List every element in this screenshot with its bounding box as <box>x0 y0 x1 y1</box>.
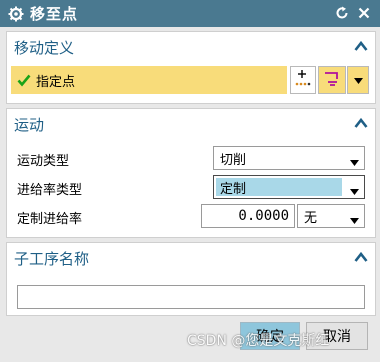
ok-button[interactable]: 确定 <box>240 322 300 350</box>
collapse-icon[interactable] <box>354 117 368 129</box>
feed-type-select[interactable]: 定制 <box>213 175 365 199</box>
point-type-icon <box>323 69 341 91</box>
chevron-down-icon <box>350 155 359 170</box>
motion-header[interactable]: 运动 <box>7 109 375 139</box>
feed-type-value: 定制 <box>216 178 342 197</box>
window-title: 移至点 <box>30 5 79 23</box>
motion-section: 运动 运动类型 切削 进给率类型 定制 定制进给率 0.0000 无 <box>6 108 376 238</box>
custom-feed-value: 0.0000 <box>238 208 289 224</box>
gear-icon[interactable] <box>8 6 24 22</box>
custom-feed-input[interactable]: 0.0000 <box>201 204 295 228</box>
subprocess-name-input[interactable] <box>17 285 365 309</box>
move-definition-section: 移动定义 指定点 <box>6 31 376 104</box>
section-title: 移动定义 <box>14 38 75 57</box>
point-type-dropdown[interactable] <box>347 66 369 94</box>
subprocess-section: 子工序名称 <box>6 242 376 316</box>
collapse-icon[interactable] <box>354 40 368 52</box>
chevron-down-icon <box>353 73 363 88</box>
subprocess-header[interactable]: 子工序名称 <box>7 243 375 273</box>
section-title: 子工序名称 <box>14 249 90 268</box>
reset-icon[interactable] <box>334 5 350 21</box>
cancel-button[interactable]: 取消 <box>306 322 368 350</box>
collapse-icon[interactable] <box>354 251 368 263</box>
custom-feed-label: 定制进给率 <box>17 212 83 227</box>
move-definition-header[interactable]: 移动定义 <box>7 32 375 62</box>
specify-point-row[interactable]: 指定点 <box>11 66 287 94</box>
feed-unit-select[interactable]: 无 <box>297 204 365 228</box>
chevron-down-icon <box>350 213 359 228</box>
point-dialog-button[interactable] <box>290 66 316 94</box>
chevron-down-icon <box>350 184 359 199</box>
motion-type-select[interactable]: 切削 <box>213 146 365 170</box>
motion-type-label: 运动类型 <box>17 154 70 169</box>
specify-point-label: 指定点 <box>36 74 76 90</box>
motion-type-value: 切削 <box>220 152 247 168</box>
feed-type-label: 进给率类型 <box>17 183 83 198</box>
point-type-button[interactable] <box>318 66 346 94</box>
close-icon[interactable] <box>356 5 372 21</box>
feed-unit-value: 无 <box>304 210 318 226</box>
section-title: 运动 <box>14 115 45 134</box>
point-dialog-icon <box>293 68 313 92</box>
checkmark-icon <box>17 73 31 87</box>
title-bar: 移至点 <box>0 0 380 27</box>
